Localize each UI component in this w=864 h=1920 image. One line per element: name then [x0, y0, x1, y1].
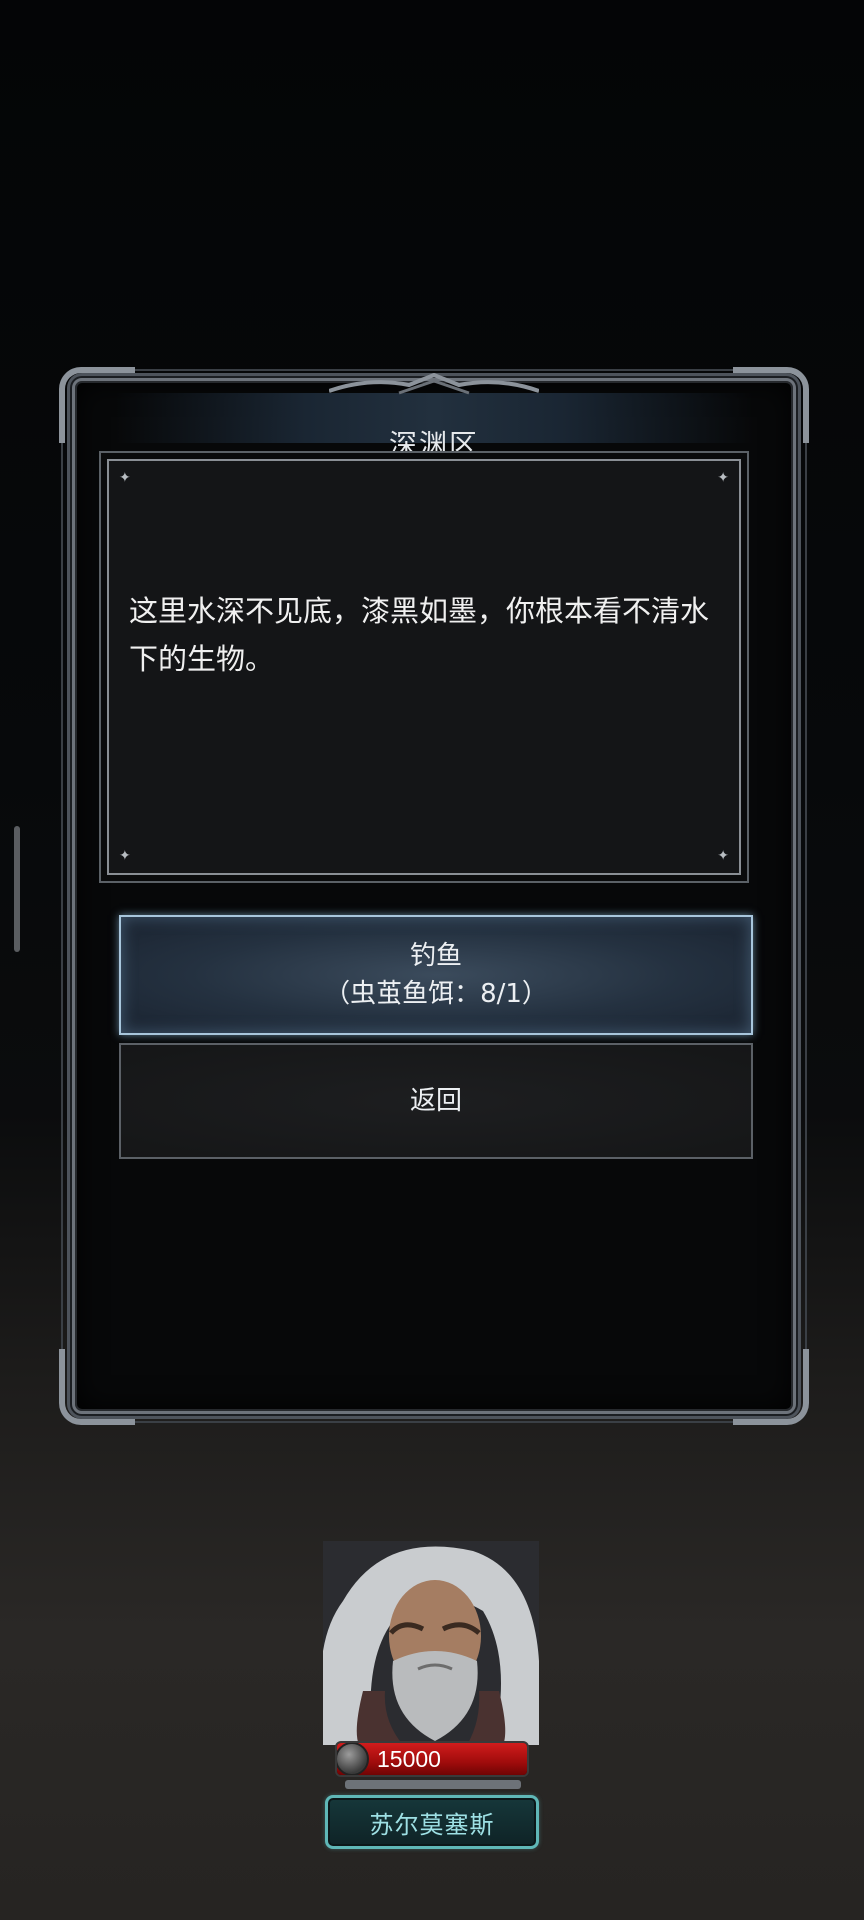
- fishing-bait-count: （虫茧鱼饵：8/1）: [324, 979, 548, 1009]
- dialog-title: 深渊区: [388, 428, 479, 461]
- hp-orb-icon: [337, 1743, 369, 1775]
- fishing-button[interactable]: 钓鱼 （虫茧鱼饵：8/1）: [119, 915, 753, 1035]
- abyss-zone-dialog: 深渊区 ✦ ✦ ✦ ✦ 这里水深不见底，漆黑如墨，你根本看不清水下的生物。 钓鱼…: [59, 367, 809, 1425]
- sparkle-icon: ✦: [717, 470, 729, 486]
- side-edge-handle[interactable]: [14, 826, 20, 952]
- hp-value: 15000: [377, 1745, 441, 1772]
- fishing-button-label: 钓鱼: [409, 941, 462, 971]
- frame-corner-ornament: [733, 1349, 809, 1425]
- character-portrait: [323, 1541, 539, 1745]
- frame-corner-ornament: [59, 1349, 135, 1425]
- sparkle-icon: ✦: [119, 470, 131, 486]
- dialog-title-bar: 深渊区: [115, 373, 753, 461]
- character-card[interactable]: 15000 苏尔莫塞斯: [323, 1541, 539, 1849]
- sparkle-icon: ✦: [119, 848, 131, 864]
- character-name-plate: 苏尔莫塞斯: [325, 1795, 539, 1849]
- old-wizard-portrait-icon: [323, 1541, 539, 1745]
- title-ornament-icon: [329, 373, 539, 395]
- description-text: 这里水深不见底，漆黑如墨，你根本看不清水下的生物。: [129, 594, 710, 676]
- secondary-bar: [345, 1780, 521, 1789]
- character-name: 苏尔莫塞斯: [369, 1810, 495, 1839]
- sparkle-icon: ✦: [717, 848, 729, 864]
- back-button[interactable]: 返回: [119, 1043, 753, 1159]
- description-panel: ✦ ✦ ✦ ✦ 这里水深不见底，漆黑如墨，你根本看不清水下的生物。: [107, 459, 741, 875]
- hp-bar: 15000: [335, 1741, 529, 1777]
- back-button-label: 返回: [409, 1086, 462, 1116]
